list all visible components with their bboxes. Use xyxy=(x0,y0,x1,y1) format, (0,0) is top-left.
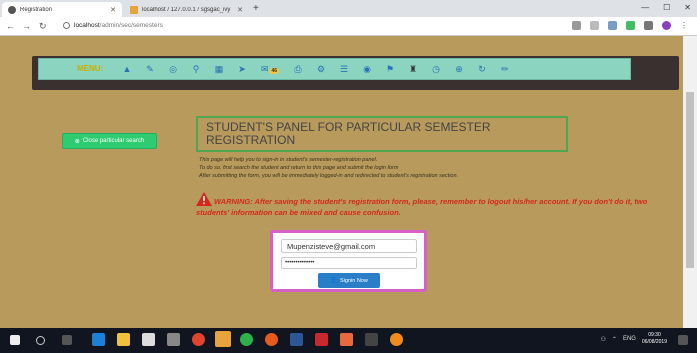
key-icon[interactable] xyxy=(572,21,581,30)
page-scrollbar[interactable] xyxy=(683,36,697,328)
page-content: MENU: ▲ ✎ ◎ ⚲ ▦ ➤ ✉ 46 ⎙ ⚙ ☰ ◉ ⚑ ♜ ◷ ⊕ ↻ … xyxy=(0,36,683,328)
menu-label: MENU: xyxy=(77,64,104,73)
email-field[interactable] xyxy=(281,239,417,253)
warning-message: WARNING: After saving the student's regi… xyxy=(196,190,666,218)
close-button-label: Close particular search xyxy=(82,138,145,144)
warning-triangle-icon xyxy=(196,192,212,206)
info-line: After submitting the form, you will be i… xyxy=(199,173,459,179)
signin-button-label: Signin Now xyxy=(340,277,368,284)
browser-tab-strip: Registration ✕ localhost / 127.0.0.1 / s… xyxy=(0,0,697,17)
panel-title: STUDENT'S PANEL FOR PARTICULAR SEMESTER … xyxy=(196,116,568,152)
browser-toolbar: ← → ↻ localhost/admin/sec/semesters ⋮ xyxy=(0,17,697,36)
close-circle-icon: ⊗ xyxy=(74,138,80,145)
clock-icon[interactable]: ◷ xyxy=(430,63,442,75)
start-icon[interactable] xyxy=(10,335,20,345)
menu-icon-list: ▲ ✎ ◎ ⚲ ▦ ➤ ✉ 46 ⎙ ⚙ ☰ ◉ ⚑ ♜ ◷ ⊕ ↻ ✏ xyxy=(121,63,511,75)
new-tab-button[interactable]: + xyxy=(253,2,259,15)
search-icon[interactable] xyxy=(36,336,45,345)
warning-text: WARNING: After saving the student's regi… xyxy=(196,197,648,217)
reload-icon[interactable]: ↻ xyxy=(39,19,47,33)
print-icon[interactable]: ⎙ xyxy=(292,63,304,75)
envelope-icon[interactable]: ✉ 46 xyxy=(259,63,281,75)
clock[interactable]: 09:30 06/08/2019 xyxy=(642,332,667,346)
close-particular-search-button[interactable]: ⊗ Close particular search xyxy=(62,133,157,149)
people-icon[interactable]: ⚇ xyxy=(601,336,606,343)
tab-title: Registration xyxy=(20,6,53,13)
minimize-icon[interactable]: — xyxy=(641,1,649,15)
word-icon[interactable] xyxy=(290,333,303,346)
extension-icon[interactable] xyxy=(644,21,653,30)
wrench-icon[interactable]: ✎ xyxy=(144,63,156,75)
eye-icon[interactable]: ◉ xyxy=(361,63,373,75)
mail-icon[interactable] xyxy=(167,333,180,346)
forward-icon[interactable]: → xyxy=(22,19,31,33)
extension-icon[interactable] xyxy=(626,21,635,30)
pencil-icon[interactable]: ✏ xyxy=(499,63,511,75)
info-text: This page will help you to sign-in in st… xyxy=(199,156,639,180)
firefox-icon[interactable] xyxy=(265,333,278,346)
main-menu-bar: MENU: ▲ ✎ ◎ ⚲ ▦ ➤ ✉ 46 ⎙ ⚙ ☰ ◉ ⚑ ♜ ◷ ⊕ ↻ … xyxy=(38,58,631,80)
scrollbar-thumb[interactable] xyxy=(686,92,694,268)
maximize-icon[interactable]: ☐ xyxy=(663,1,670,15)
address-bar[interactable]: localhost/admin/sec/semesters xyxy=(74,20,163,32)
phpmyadmin-favicon-icon xyxy=(130,5,138,14)
xampp-icon[interactable] xyxy=(215,331,231,347)
send-icon[interactable]: ➤ xyxy=(236,63,248,75)
tab-phpmyadmin[interactable]: localhost / 127.0.0.1 / sgsgac_ivy ✕ xyxy=(124,2,249,17)
gear-icon[interactable]: ⚙ xyxy=(315,63,327,75)
grid-icon[interactable]: ▦ xyxy=(213,63,225,75)
close-tab-icon[interactable]: ✕ xyxy=(110,6,116,14)
profile-avatar-icon[interactable] xyxy=(662,21,671,30)
site-info-icon[interactable] xyxy=(63,22,70,29)
opera-icon[interactable] xyxy=(192,333,205,346)
close-tab-icon[interactable]: ✕ xyxy=(237,6,243,14)
info-line: To do so, first search the student and r… xyxy=(199,165,399,171)
list-icon[interactable]: ☰ xyxy=(338,63,350,75)
plus-circle-icon[interactable]: ⊕ xyxy=(453,63,465,75)
clock-date: 06/08/2019 xyxy=(641,339,667,345)
windows-taskbar: ⚇ ⌃ ENG 09:30 06/08/2019 xyxy=(0,328,697,353)
notification-badge: 46 xyxy=(269,68,280,74)
refresh-icon[interactable]: ↻ xyxy=(476,63,488,75)
window-controls: — ☐ ✕ xyxy=(641,1,691,15)
app-icon[interactable] xyxy=(365,333,378,346)
store-icon[interactable] xyxy=(142,333,155,346)
star-icon[interactable] xyxy=(590,21,599,30)
system-tray: ⚇ ⌃ ENG 09:30 06/08/2019 xyxy=(601,332,667,346)
flag-icon[interactable]: ⚑ xyxy=(384,63,396,75)
chevron-up-icon[interactable]: ⌃ xyxy=(612,336,617,343)
url-host: localhost xyxy=(74,22,100,29)
file-explorer-icon[interactable] xyxy=(117,333,130,346)
extension-icon[interactable] xyxy=(608,21,617,30)
acrobat-icon[interactable] xyxy=(315,333,328,346)
tab-registration[interactable]: Registration ✕ xyxy=(2,2,122,17)
chrome-icon[interactable] xyxy=(240,333,253,346)
user-icon: 👤 xyxy=(330,277,338,284)
info-line: This page will help you to sign-in in st… xyxy=(199,157,378,163)
warning-icon[interactable]: ▲ xyxy=(121,63,133,75)
search-icon[interactable]: ⚲ xyxy=(190,63,202,75)
edge-icon[interactable] xyxy=(92,333,105,346)
app-icon[interactable] xyxy=(390,333,403,346)
page-favicon-icon xyxy=(8,5,16,14)
close-window-icon[interactable]: ✕ xyxy=(684,1,691,15)
notifications-icon[interactable] xyxy=(678,335,688,345)
signin-form: 👤 Signin Now xyxy=(270,230,427,292)
url-path: /admin/sec/semesters xyxy=(99,22,163,29)
back-icon[interactable]: ← xyxy=(6,19,15,33)
app-icon[interactable] xyxy=(340,333,353,346)
tab-title: localhost / 127.0.0.1 / sgsgac_ivy xyxy=(142,6,231,13)
extension-icons: ⋮ xyxy=(572,21,689,30)
more-menu-icon[interactable]: ⋮ xyxy=(680,21,689,30)
clock-time: 09:30 xyxy=(648,332,661,338)
task-view-icon[interactable] xyxy=(62,335,72,345)
signin-button[interactable]: 👤 Signin Now xyxy=(318,273,380,288)
graduation-cap-icon[interactable]: ♜ xyxy=(407,63,419,75)
lang-indicator[interactable]: ENG xyxy=(623,336,636,342)
circle-icon[interactable]: ◎ xyxy=(167,63,179,75)
password-field[interactable] xyxy=(281,257,417,269)
